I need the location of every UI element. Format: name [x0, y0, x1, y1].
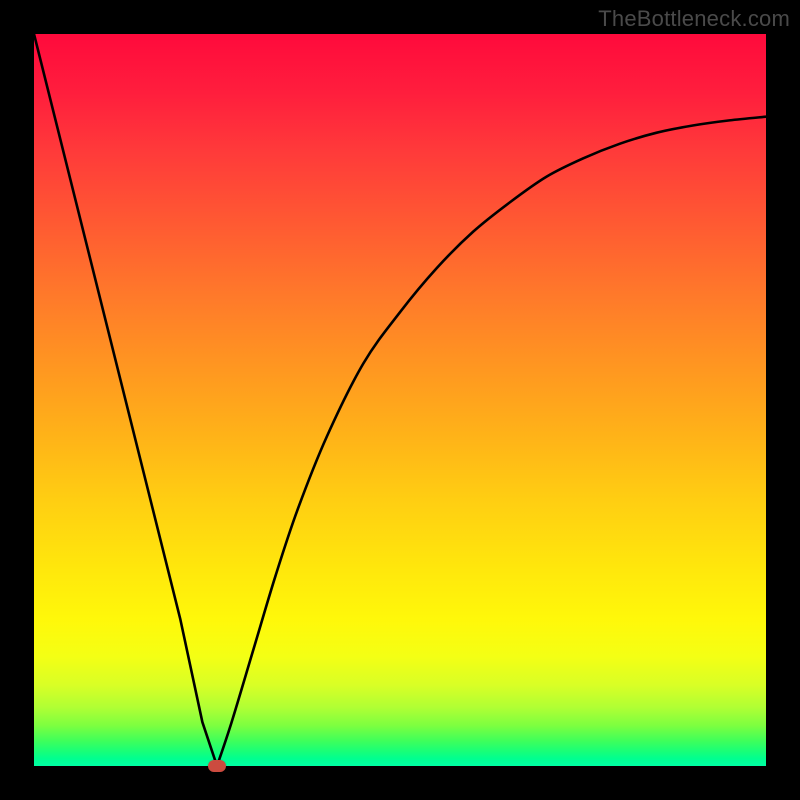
optimal-marker	[208, 760, 226, 772]
attribution-text: TheBottleneck.com	[598, 6, 790, 32]
plot-area	[34, 34, 766, 766]
chart-frame: TheBottleneck.com	[0, 0, 800, 800]
